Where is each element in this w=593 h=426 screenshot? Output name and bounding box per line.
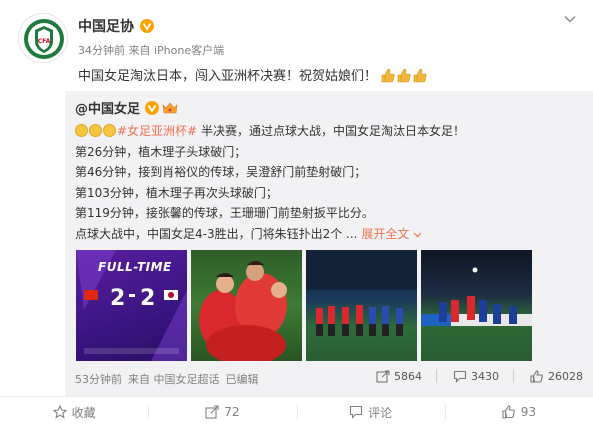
crying-face-icon bbox=[89, 124, 102, 137]
repost-line: 第46分钟，接到肖裕仪的传球，吴澄舒门前垫射破门； bbox=[75, 165, 367, 179]
post-body: 中国女足淘汰日本，闯入亚洲杯决赛！祝贺姑娘们！ bbox=[78, 69, 378, 84]
expand-label: 展开全文 bbox=[361, 226, 410, 241]
score-dash bbox=[129, 294, 135, 297]
repost-line: 第26分钟，植木理子头球破门； bbox=[75, 144, 247, 159]
comment-icon bbox=[453, 370, 467, 383]
repost-stats: 5864 3430 26028 bbox=[360, 369, 583, 383]
post-source: 来自 iPhone客户端 bbox=[128, 44, 225, 57]
divider bbox=[513, 369, 514, 383]
team-lineup-photo[interactable] bbox=[306, 250, 417, 361]
repost-count-value: 5864 bbox=[394, 369, 422, 383]
share-icon bbox=[205, 405, 219, 419]
hashtag-link[interactable]: #女足亚洲杯# bbox=[117, 124, 197, 138]
member-crown-icon bbox=[162, 102, 178, 113]
repost-line: 第119分钟，接张馨的传球，王珊珊门前垫射扳平比分。 bbox=[75, 206, 374, 220]
thumbs-up-outline-icon bbox=[502, 405, 515, 419]
thumbs-up-icon bbox=[381, 68, 395, 82]
home-score: 2 bbox=[110, 286, 126, 311]
comment-count[interactable]: 3430 bbox=[453, 370, 499, 383]
comment-button[interactable]: 评论 bbox=[296, 398, 445, 426]
thumbs-emoji-group bbox=[379, 66, 427, 84]
avatar[interactable]: CFA bbox=[18, 13, 68, 63]
share-icon bbox=[376, 369, 390, 383]
repost-footer: 53分钟前 来自 中国女足超话 已编辑 5864 3430 26028 bbox=[75, 369, 587, 389]
repost-line: 第103分钟，植木理子再次头球破门； bbox=[75, 185, 278, 200]
repost-line-1-text: 半决赛，通过点球大战，中国女足淘汰日本女足！ bbox=[200, 124, 465, 138]
edited-label: 已编辑 bbox=[225, 373, 259, 386]
full-time-label: FULL-TIME bbox=[98, 260, 172, 274]
score-graphic-image[interactable]: FULL-TIME 2 2 bbox=[76, 250, 187, 361]
svg-text:CFA: CFA bbox=[38, 38, 51, 45]
thumbs-up-icon bbox=[397, 68, 411, 82]
away-score: 2 bbox=[140, 286, 156, 311]
author-row: 中国足协 bbox=[78, 16, 154, 36]
chevron-down-icon bbox=[413, 232, 422, 237]
favorite-button[interactable]: 收藏 bbox=[0, 398, 148, 426]
repost-last-line: 点球大战中，中国女足4-3胜出，门将朱钰扑出2个 ... 展开全文 bbox=[75, 224, 465, 245]
verified-v-icon bbox=[145, 100, 160, 115]
thumbs-up-icon bbox=[413, 68, 427, 82]
repost-button[interactable]: 72 bbox=[148, 398, 296, 426]
repost-meta: 53分钟前 来自 中国女足超话 已编辑 bbox=[75, 371, 265, 387]
repost-source[interactable]: 来自 中国女足超话 bbox=[128, 373, 220, 386]
comment-count-value: 3430 bbox=[471, 369, 499, 383]
comment-icon bbox=[350, 405, 363, 419]
repost-author-row: @中国女足 bbox=[75, 98, 178, 117]
action-bar: 收藏 72 评论 93 bbox=[0, 398, 593, 426]
post-meta: 34分钟前 来自 iPhone客户端 bbox=[78, 42, 224, 58]
repost-text: #女足亚洲杯# 半决赛，通过点球大战，中国女足淘汰日本女足！ 第26分钟，植木理… bbox=[75, 121, 465, 244]
repost-count[interactable]: 5864 bbox=[376, 370, 422, 383]
favorite-label: 收藏 bbox=[71, 405, 96, 420]
crying-face-icon bbox=[75, 124, 88, 137]
post-text: 中国女足淘汰日本，闯入亚洲杯决赛！祝贺姑娘们！ bbox=[78, 65, 427, 84]
celebration-photo[interactable] bbox=[191, 250, 302, 361]
weibo-card: CFA 中国足协 34分钟前 来自 iPhone客户端 中国女足淘汰日本，闯入亚… bbox=[0, 0, 593, 426]
verified-v-icon bbox=[140, 19, 154, 33]
footer-divider bbox=[0, 396, 593, 397]
chevron-down-icon[interactable] bbox=[563, 12, 577, 26]
repost-line-1: #女足亚洲杯# 半决赛，通过点球大战，中国女足淘汰日本女足！ bbox=[75, 121, 465, 142]
like-count[interactable]: 26028 bbox=[530, 370, 583, 383]
repost-last-line-text: 点球大战中，中国女足4-3胜出，门将朱钰扑出2个 ... bbox=[75, 226, 358, 241]
repost-author[interactable]: @中国女足 bbox=[75, 98, 140, 117]
repost-button-count: 72 bbox=[224, 405, 240, 419]
image-grid: FULL-TIME 2 2 bbox=[76, 250, 532, 361]
like-button[interactable]: 93 bbox=[444, 398, 593, 426]
crying-face-icon bbox=[103, 124, 116, 137]
star-icon bbox=[52, 405, 67, 419]
match-action-photo[interactable] bbox=[421, 250, 532, 361]
expand-full-text-link[interactable]: 展开全文 bbox=[361, 227, 422, 241]
comment-button-label: 评论 bbox=[368, 405, 393, 420]
author-name[interactable]: 中国足协 bbox=[78, 16, 134, 36]
divider bbox=[436, 369, 437, 383]
repost-block[interactable]: @中国女足 #女足亚洲杯# 半决赛，通过点球大战，中国女足淘汰日本女足！ 第26… bbox=[65, 91, 593, 396]
thumbs-up-outline-icon bbox=[530, 369, 543, 383]
like-button-count: 93 bbox=[520, 405, 537, 419]
post-time[interactable]: 34分钟前 bbox=[78, 44, 125, 57]
repost-time[interactable]: 53分钟前 bbox=[75, 373, 122, 386]
like-count-value: 26028 bbox=[548, 369, 583, 383]
